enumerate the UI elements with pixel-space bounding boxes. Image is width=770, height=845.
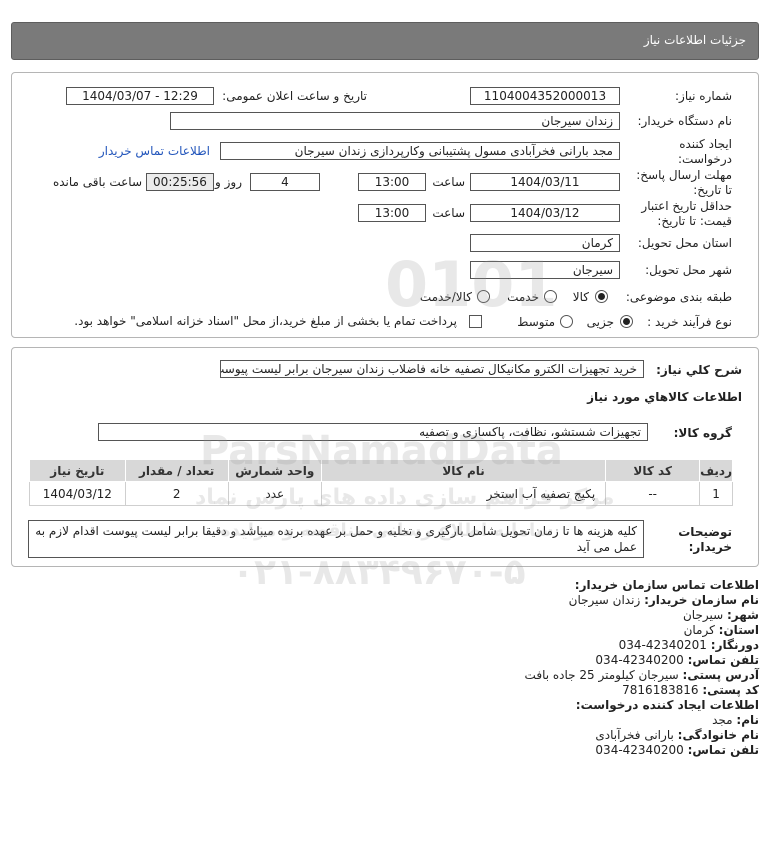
cell-name: پکیج تصفیه آب استخر (320, 481, 607, 506)
reply-time-label: ساعت (432, 175, 465, 189)
contact-fax: دورنگار: 034-42340201 (618, 638, 759, 652)
treasury-payment-text: پرداخت تمام یا بخشی از مبلغ خرید،از محل … (74, 314, 457, 328)
contact-title: اطلاعات تماس سازمان خریدار: (574, 578, 759, 592)
reply-date-field: 1404/03/11 (470, 173, 620, 191)
category-goods-label: کالا (572, 290, 589, 304)
process-medium-label: متوسط (517, 315, 555, 329)
validity-date-field: 1404/03/12 (470, 204, 620, 222)
need-number-label: شماره نیاز: (675, 89, 732, 103)
col-name: نام کالا (320, 459, 607, 482)
creator-phone: تلفن تماس: 034-42340200 (595, 743, 759, 757)
buyer-org-label: نام دستگاه خریدار: (637, 114, 733, 128)
creator-label-2: درخواست: (678, 152, 732, 166)
creator-title: اطلاعات ایجاد کننده درخواست: (575, 698, 759, 712)
creator-name: نام: مجد (712, 713, 759, 727)
buyer-notes-label-2: خریدار: (688, 540, 732, 554)
creator-field: مجد بارانی فخرآبادی مسول پشتیبانی وکارپر… (220, 142, 620, 160)
announce-field: 1404/03/07 - 12:29 (66, 87, 214, 105)
contact-org: نام سازمان خریدار: زندان سیرجان (568, 593, 759, 607)
category-service-radio[interactable] (544, 290, 557, 303)
cell-unit: عدد (227, 481, 322, 506)
process-medium-radio[interactable] (560, 315, 573, 328)
creator-label: ایجاد کننده (679, 137, 732, 151)
city-label: شهر محل تحویل: (645, 263, 732, 277)
need-number-field: 1104004352000013 (470, 87, 620, 105)
contact-postal: کد پستی: 7816183816 (622, 683, 759, 697)
city-field: سیرجان (470, 261, 620, 279)
col-row: ردیف (699, 459, 733, 482)
process-minor-radio[interactable] (620, 315, 633, 328)
cell-row: 1 (699, 481, 733, 506)
contact-phone: تلفن تماس: 034-42340200 (595, 653, 759, 667)
days-label: روز و (215, 175, 242, 189)
remaining-time-field: 00:25:56 (146, 173, 214, 191)
creator-family: نام خانوادگی: بارانی فخرآبادی (595, 728, 759, 742)
reply-time-field: 13:00 (358, 173, 426, 191)
process-type-label: نوع فرآیند خرید : (647, 315, 732, 329)
category-goods-service-label: کالا/خدمت (419, 290, 472, 304)
remaining-time-label: ساعت باقی مانده (52, 175, 142, 189)
need-summary-label: شرح كلي نياز: (656, 363, 742, 377)
col-quantity: تعداد / مقدار (124, 459, 229, 482)
process-minor-label: جزیی (586, 315, 614, 329)
announce-label: تاریخ و ساعت اعلان عمومی: (222, 89, 367, 103)
buyer-notes-field: کلیه هزینه ها تا زمان تحویل شامل بارگیری… (28, 520, 644, 558)
buyer-notes-label: توضیحات (678, 525, 732, 539)
validity-time-label: ساعت (432, 206, 465, 220)
contact-province: استان: کرمان (683, 623, 759, 637)
category-service-label: خدمت (507, 290, 539, 304)
category-goods-service-radio[interactable] (477, 290, 490, 303)
cell-need-date: 1404/03/12 (29, 481, 126, 506)
goods-group-field: تجهیزات شستشو، نظافت، پاکسازی و تصفیه (98, 423, 648, 441)
page-title: جزئیات اطلاعات نیاز (643, 33, 746, 47)
contact-city: شهر: سیرجان (682, 608, 759, 622)
goods-table-header: ردیف کد کالا نام کالا واحد شمارش تعداد /… (29, 459, 733, 482)
category-label: طبقه بندی موضوعی: (625, 290, 732, 304)
cell-quantity: 2 (124, 481, 229, 506)
validity-label: حداقل تاریخ اعتبار (641, 199, 732, 213)
col-need-date: تاریخ نیاز (29, 459, 126, 482)
need-summary-field: خرید تجهیزات الکترو مکانیکال تصفیه خانه … (220, 360, 644, 378)
validity-time-field: 13:00 (358, 204, 426, 222)
validity-label-2: قیمت: تا تاریخ: (657, 214, 732, 228)
days-field: 4 (250, 173, 320, 191)
category-goods-radio[interactable] (595, 290, 608, 303)
page-header: جزئیات اطلاعات نیاز (11, 22, 759, 60)
treasury-payment-checkbox[interactable] (469, 315, 482, 328)
buyer-org-field: زندان سیرجان (170, 112, 620, 130)
contact-address: آدرس پستی: سیرجان کیلومتر 25 جاده بافت (524, 668, 759, 682)
reply-deadline-label-2: تا تاریخ: (693, 183, 732, 197)
goods-info-heading: اطلاعات كالاهاي مورد نياز (587, 390, 742, 404)
province-field: کرمان (470, 234, 620, 252)
province-label: استان محل تحویل: (637, 236, 732, 250)
reply-deadline-label: مهلت ارسال پاسخ: (636, 168, 732, 182)
col-code: کد کالا (605, 459, 701, 482)
buyer-contact-link[interactable]: اطلاعات تماس خریدار (99, 144, 210, 158)
col-unit: واحد شمارش (227, 459, 322, 482)
table-row: 1 -- پکیج تصفیه آب استخر عدد 2 1404/03/1… (29, 481, 733, 506)
goods-table: ردیف کد کالا نام کالا واحد شمارش تعداد /… (29, 459, 733, 506)
contact-section: اطلاعات تماس سازمان خریدار: نام سازمان خ… (19, 578, 759, 758)
cell-code: -- (605, 481, 701, 506)
goods-group-label: گروه کالا: (673, 426, 732, 440)
